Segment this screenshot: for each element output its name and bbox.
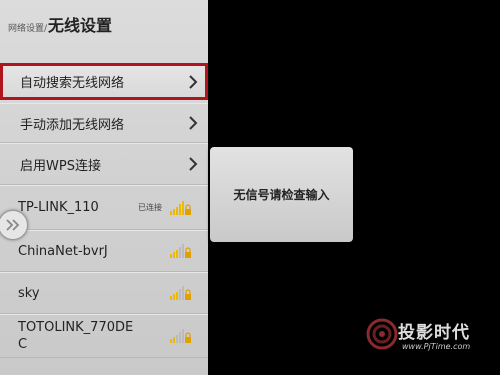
- wireless-settings-panel: 网络设置/ 无线设置 自动搜索无线网络 手动添加无线网络 启用WPS连接 TP-…: [0, 0, 208, 375]
- page-title: 无线设置: [48, 16, 113, 35]
- menu-item-label: 启用WPS连接: [20, 158, 101, 174]
- menu-item-wps[interactable]: 启用WPS连接: [0, 143, 208, 185]
- wifi-signal-locked-icon: [170, 328, 192, 344]
- watermark-name: 投影时代: [398, 323, 470, 343]
- panel-header: 网络设置/ 无线设置: [8, 12, 112, 36]
- chevron-right-icon: [184, 116, 202, 130]
- connection-status: 已连接: [138, 203, 162, 212]
- network-row[interactable]: TOTOLINK_770DE C: [0, 314, 208, 358]
- network-name: ChinaNet-bvrJ: [18, 243, 108, 259]
- chevron-right-icon: [184, 74, 202, 89]
- network-row[interactable]: TP-LINK_110 已连接: [0, 185, 208, 230]
- expand-arrow-button[interactable]: [0, 210, 28, 240]
- network-row[interactable]: sky: [0, 272, 208, 314]
- breadcrumb[interactable]: 网络设置/: [8, 21, 47, 36]
- watermark: 投影时代 www.PjTime.com: [366, 316, 496, 356]
- wifi-signal-locked-icon: [170, 200, 192, 216]
- no-signal-popup: 无信号请检查输入: [210, 147, 353, 242]
- watermark-logo-icon: [366, 318, 398, 350]
- menu-item-manual-add[interactable]: 手动添加无线网络: [0, 103, 208, 143]
- watermark-url: www.PjTime.com: [402, 342, 471, 351]
- wifi-signal-locked-icon: [170, 285, 192, 301]
- wifi-signal-locked-icon: [170, 243, 192, 259]
- network-row[interactable]: ChinaNet-bvrJ: [0, 230, 208, 272]
- menu-item-label: 自动搜索无线网络: [20, 76, 125, 91]
- chevron-right-icon: [184, 157, 202, 171]
- network-name: TOTOLINK_770DE C: [18, 320, 134, 352]
- menu-item-auto-search[interactable]: 自动搜索无线网络: [0, 63, 208, 100]
- double-chevron-right-icon: [6, 219, 20, 231]
- menu-item-label: 手动添加无线网络: [20, 117, 125, 133]
- popup-message: 无信号请检查输入: [233, 188, 330, 202]
- network-name: sky: [18, 285, 40, 301]
